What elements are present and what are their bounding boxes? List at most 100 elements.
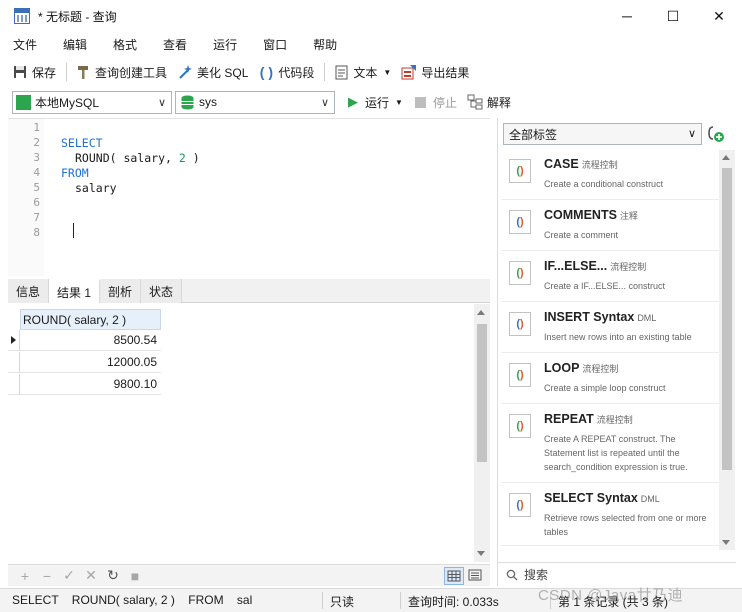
result-scrollbar[interactable] [474, 304, 490, 562]
menu-file[interactable]: 文件 [13, 36, 37, 53]
scroll-up-icon[interactable] [722, 155, 730, 160]
snippet-description: Create a conditional construct [544, 179, 664, 189]
sql-editor[interactable]: 1 2 3 4 5 6 7 8 SELECT ROUND( salary, 2 … [8, 118, 490, 276]
tab-profile[interactable]: 剖析 [100, 279, 142, 303]
window-controls: ─ ☐ ✕ [604, 0, 742, 32]
close-button[interactable]: ✕ [696, 0, 742, 32]
menu-format[interactable]: 格式 [113, 36, 137, 53]
form-view-icon [468, 569, 482, 581]
database-icon [181, 95, 194, 110]
snippet-search[interactable]: 搜索 [498, 562, 736, 586]
scroll-thumb[interactable] [722, 168, 732, 470]
form-view-button[interactable] [466, 567, 486, 585]
snippet-title: COMMENTS [544, 208, 617, 222]
explain-label: 解释 [486, 95, 511, 110]
chevron-down-icon: ∨ [320, 96, 329, 109]
text-button[interactable]: 文本 ▼ [333, 64, 391, 81]
stop-button[interactable]: ■ [124, 568, 146, 584]
snippet-case[interactable]: () CASE 流程控制 Create a conditional constru… [501, 150, 719, 200]
play-icon: ▶ [348, 94, 358, 109]
snippet-insert-syntax[interactable]: () INSERT Syntax DML Insert new rows into… [501, 303, 719, 353]
delete-row-button[interactable]: − [36, 568, 58, 584]
tab-info[interactable]: 信息 [8, 279, 50, 303]
table-row[interactable]: 9800.10 [8, 374, 161, 395]
code-round-function: ROUND( salary, [75, 151, 179, 165]
text-label: 文本 [353, 65, 378, 80]
stop-button[interactable]: 停止 [413, 94, 457, 111]
maximize-button[interactable]: ☐ [650, 0, 696, 32]
menu-help[interactable]: 帮助 [313, 36, 337, 53]
explain-button[interactable]: 解释 [467, 94, 511, 111]
snippet-scrollbar[interactable] [719, 150, 735, 550]
snippet-panel: 全部标签 ∨ () CASE 流程控制 Create a conditional … [497, 118, 736, 586]
export-result-button[interactable]: 导出结果 [401, 64, 469, 81]
window-title: * 无标题 - 查询 [38, 9, 117, 24]
snippet-braces-icon: () [509, 414, 531, 438]
line-number: 8 [33, 226, 40, 239]
line-number: 7 [33, 211, 40, 224]
menu-run[interactable]: 运行 [213, 36, 237, 53]
scroll-down-icon[interactable] [722, 540, 730, 545]
document-icon [333, 64, 349, 80]
table-cell[interactable]: 9800.10 [114, 377, 157, 391]
discard-changes-button[interactable]: ✕ [80, 567, 102, 584]
snippet-braces-icon: () [509, 312, 531, 336]
column-header[interactable]: ROUND( salary, 2 ) [20, 309, 161, 330]
stop-label: 停止 [432, 95, 457, 110]
snippet-list: () CASE 流程控制 Create a conditional constru… [498, 150, 720, 550]
tab-status[interactable]: 状态 [141, 279, 183, 303]
snippet-loop[interactable]: () LOOP 流程控制 Create a simple loop constru… [501, 354, 719, 404]
code-snippet-button[interactable]: ( ) 代码段 [258, 64, 315, 81]
snippet-description: Create a comment [544, 230, 619, 240]
mysql-connection-icon [16, 94, 31, 110]
code-snippet-label: 代码段 [278, 65, 315, 80]
scroll-thumb[interactable] [477, 324, 487, 462]
snippet-if-else[interactable]: () IF...ELSE... 流程控制 Create a IF...ELSE..… [501, 252, 719, 302]
snippet-comments[interactable]: () COMMENTS 注释 Create a comment [501, 201, 719, 251]
table-cell[interactable]: 12000.05 [107, 355, 157, 369]
snippet-description: Create A REPEAT construct. The Statement… [544, 434, 688, 472]
snippet-tag: 流程控制 [582, 364, 619, 374]
menu-window[interactable]: 窗口 [263, 36, 287, 53]
line-number: 6 [33, 196, 40, 209]
table-row[interactable]: 12000.05 [8, 352, 161, 373]
connection-select[interactable]: 本地MySQL ∨ [12, 90, 172, 114]
beautify-sql-button[interactable]: 美化 SQL [177, 64, 248, 81]
code-round-close: ) [185, 151, 200, 165]
save-button[interactable]: 保存 [12, 64, 56, 81]
query-builder-button[interactable]: 查询创建工具 [75, 64, 167, 81]
scroll-down-icon[interactable] [477, 551, 485, 556]
table-row[interactable]: 8500.54 [8, 330, 161, 351]
snippet-description: Create a IF...ELSE... construct [544, 281, 666, 291]
status-divider [322, 592, 323, 609]
snippet-select-syntax[interactable]: () SELECT Syntax DML Retrieve rows select… [501, 484, 719, 546]
snippet-repeat[interactable]: () REPEAT 流程控制 Create A REPEAT construct.… [501, 405, 719, 483]
table-cell[interactable]: 8500.54 [114, 333, 157, 347]
minimize-button[interactable]: ─ [604, 0, 650, 32]
refresh-button[interactable]: ↻ [102, 567, 124, 584]
search-icon [506, 569, 518, 580]
snippet-description: Insert new rows into an existing table [544, 332, 692, 342]
watermark: CSDN @Java廿乃迪 [538, 587, 684, 604]
status-divider [400, 592, 401, 609]
menu-view[interactable]: 查看 [163, 36, 187, 53]
run-button[interactable]: ▶ 运行 ▼ [345, 94, 403, 111]
apply-changes-button[interactable]: ✓ [58, 567, 80, 584]
snippet-braces-icon: () [509, 159, 531, 183]
scroll-up-icon[interactable] [477, 310, 485, 315]
grid-view-button[interactable] [444, 567, 464, 585]
snippet-tag: 流程控制 [596, 415, 633, 425]
snippet-name: LOOP 流程控制 [544, 361, 618, 375]
code-number: 2 [178, 151, 186, 165]
tab-result-1[interactable]: 结果 1 [49, 279, 101, 303]
tag-filter-select[interactable]: 全部标签 ∨ [503, 123, 702, 145]
add-snippet-button[interactable] [707, 125, 725, 143]
snippet-tag: 流程控制 [581, 160, 618, 170]
database-select[interactable]: sys ∨ [175, 90, 335, 114]
query-builder-label: 查询创建工具 [95, 65, 168, 80]
save-label: 保存 [32, 65, 57, 80]
add-row-button[interactable]: + [14, 568, 36, 584]
menu-edit[interactable]: 编辑 [63, 36, 87, 53]
run-label: 运行 [365, 95, 390, 110]
code-column: salary [75, 181, 117, 195]
